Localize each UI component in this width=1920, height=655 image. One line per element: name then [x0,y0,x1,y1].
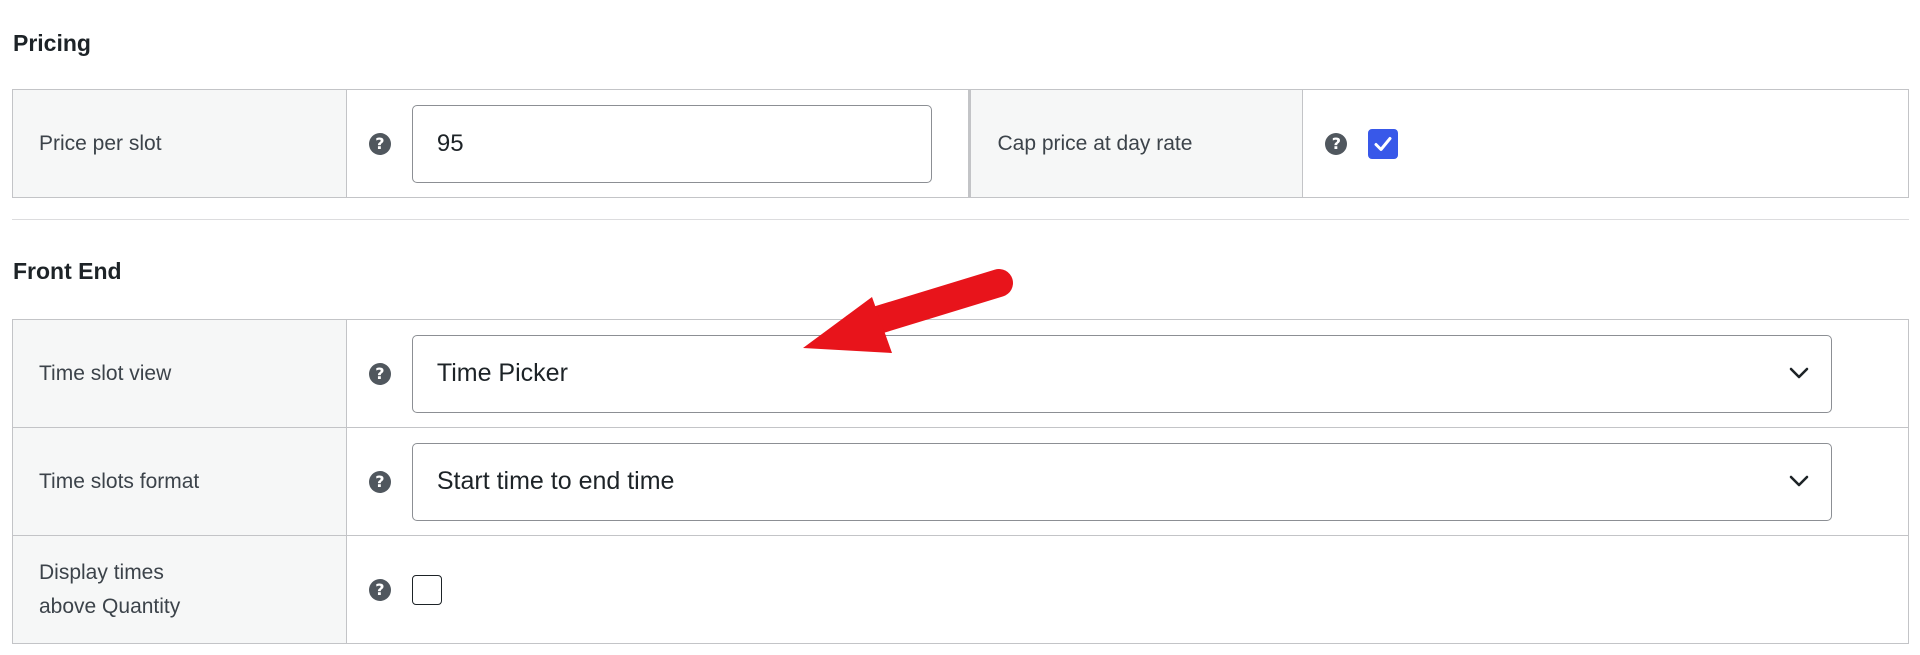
question-circle-icon[interactable]: ? [1325,132,1348,155]
cap-price-field-cell: ? [1302,89,1909,198]
cap-price-label: Cap price at day rate [968,89,1304,198]
front-end-section-title: Front End [13,258,122,284]
time-slots-format-selected-value: Start time to end time [436,466,675,495]
question-circle-icon[interactable]: ? [368,362,391,385]
time-slot-view-field-cell: ? Time Picker [345,319,1910,428]
pricing-table: Price per slot ? Cap price at day rate ? [12,89,1909,198]
display-times-label-line2: above Quantity [39,594,181,618]
section-divider [12,219,1909,220]
cap-price-checkbox[interactable] [1368,128,1399,159]
display-times-label-line1: Display times [39,560,164,584]
display-times-checkbox[interactable] [411,574,442,605]
price-per-slot-field-cell: ? [345,89,972,198]
display-times-field-cell: ? [345,535,1910,644]
front-end-table: Time slot view ? Time Picker Time slots … [12,319,1910,644]
time-slot-view-select[interactable]: Time Picker [411,334,1832,413]
pricing-section-title: Pricing [13,30,91,56]
chevron-down-icon [1789,475,1809,486]
question-circle-icon[interactable]: ? [368,578,391,601]
chevron-down-icon [1789,367,1809,378]
time-slots-format-select[interactable]: Start time to end time [411,442,1832,521]
question-circle-icon[interactable]: ? [368,470,391,493]
settings-page: Pricing Price per slot ? Cap price at da… [0,0,1920,655]
time-slot-view-label: Time slot view [12,319,347,428]
time-slots-format-field-cell: ? Start time to end time [345,427,1910,536]
price-per-slot-input[interactable] [411,104,932,183]
price-per-slot-label: Price per slot [12,89,347,198]
time-slots-format-label: Time slots format [12,427,347,536]
time-slot-view-selected-value: Time Picker [436,358,568,387]
question-circle-icon[interactable]: ? [368,132,391,155]
checkmark-icon [1374,136,1392,151]
display-times-label: Display times above Quantity [12,535,347,644]
